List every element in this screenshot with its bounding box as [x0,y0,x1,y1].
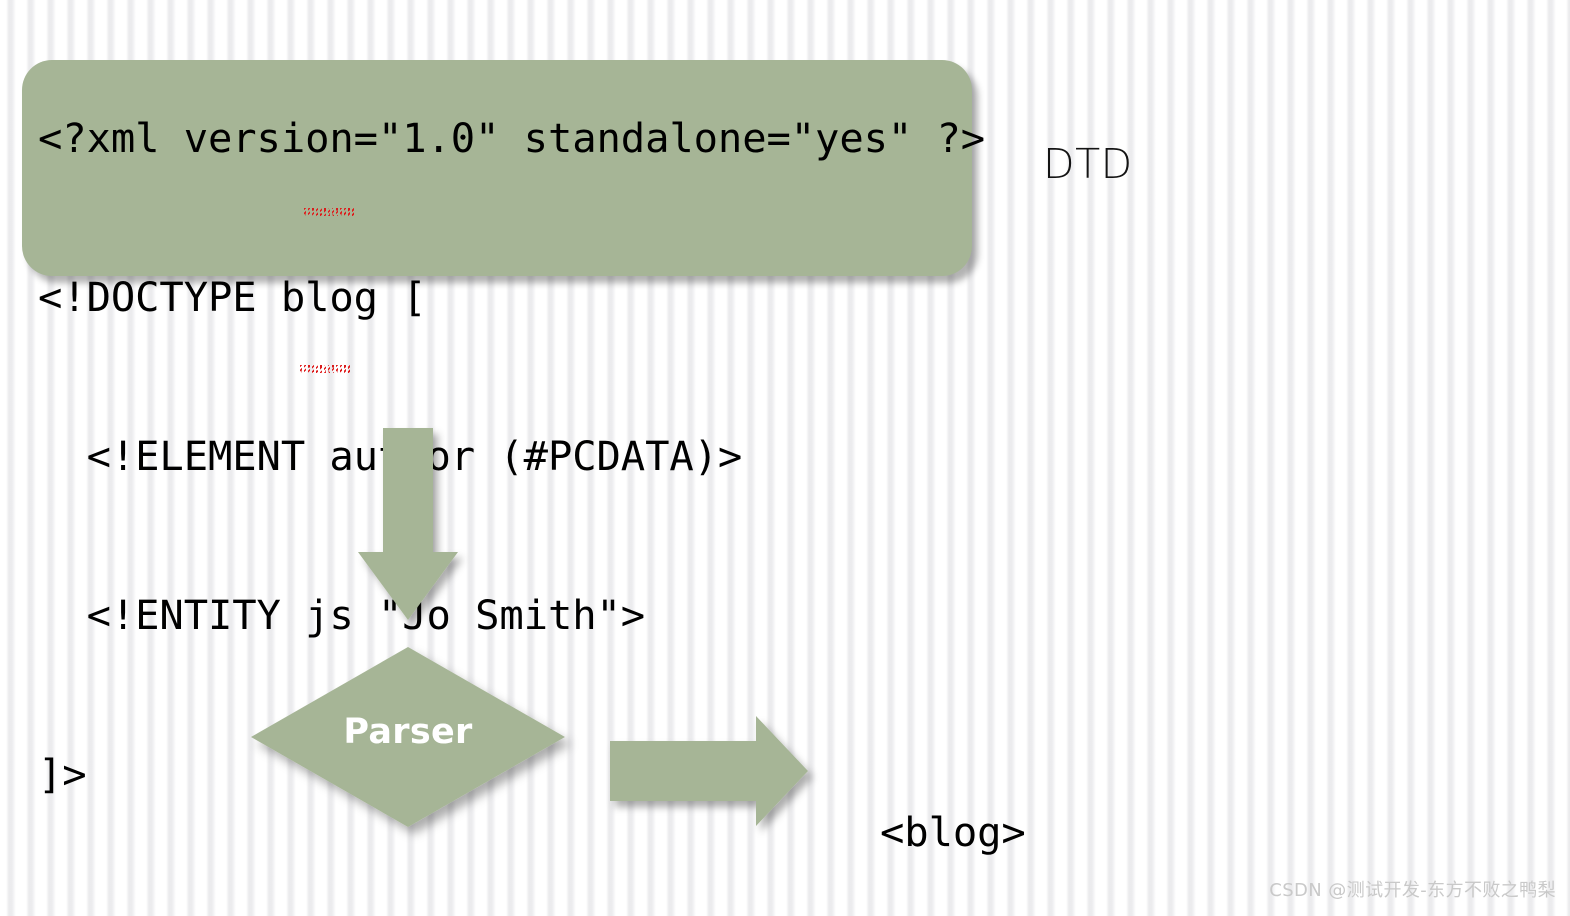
output-line-blog-open: <blog> [880,808,1026,856]
code-line-entity-js: <!ENTITY js "Jo Smith"> [38,591,646,639]
code-line-xml-declaration: <?xml version="1.0" standalone="yes" ?> [38,114,986,162]
csdn-watermark: CSDN @测试开发-东方不败之鸭梨 [1269,880,1556,901]
code-line-element-author: <!ELEMENT author (#PCDATA)> [86,432,743,480]
down-arrow-icon [358,428,458,620]
parser-label: Parser [343,712,473,752]
code-line-blog-open: <blog> [38,907,985,916]
code-line-doctype-open: <!DOCTYPE blog [ [38,273,427,321]
dtd-label: DTD [1043,140,1133,188]
slide-canvas: <?xml version="1.0" standalone="yes" ?> … [0,0,1570,916]
right-arrow-icon [610,716,808,826]
